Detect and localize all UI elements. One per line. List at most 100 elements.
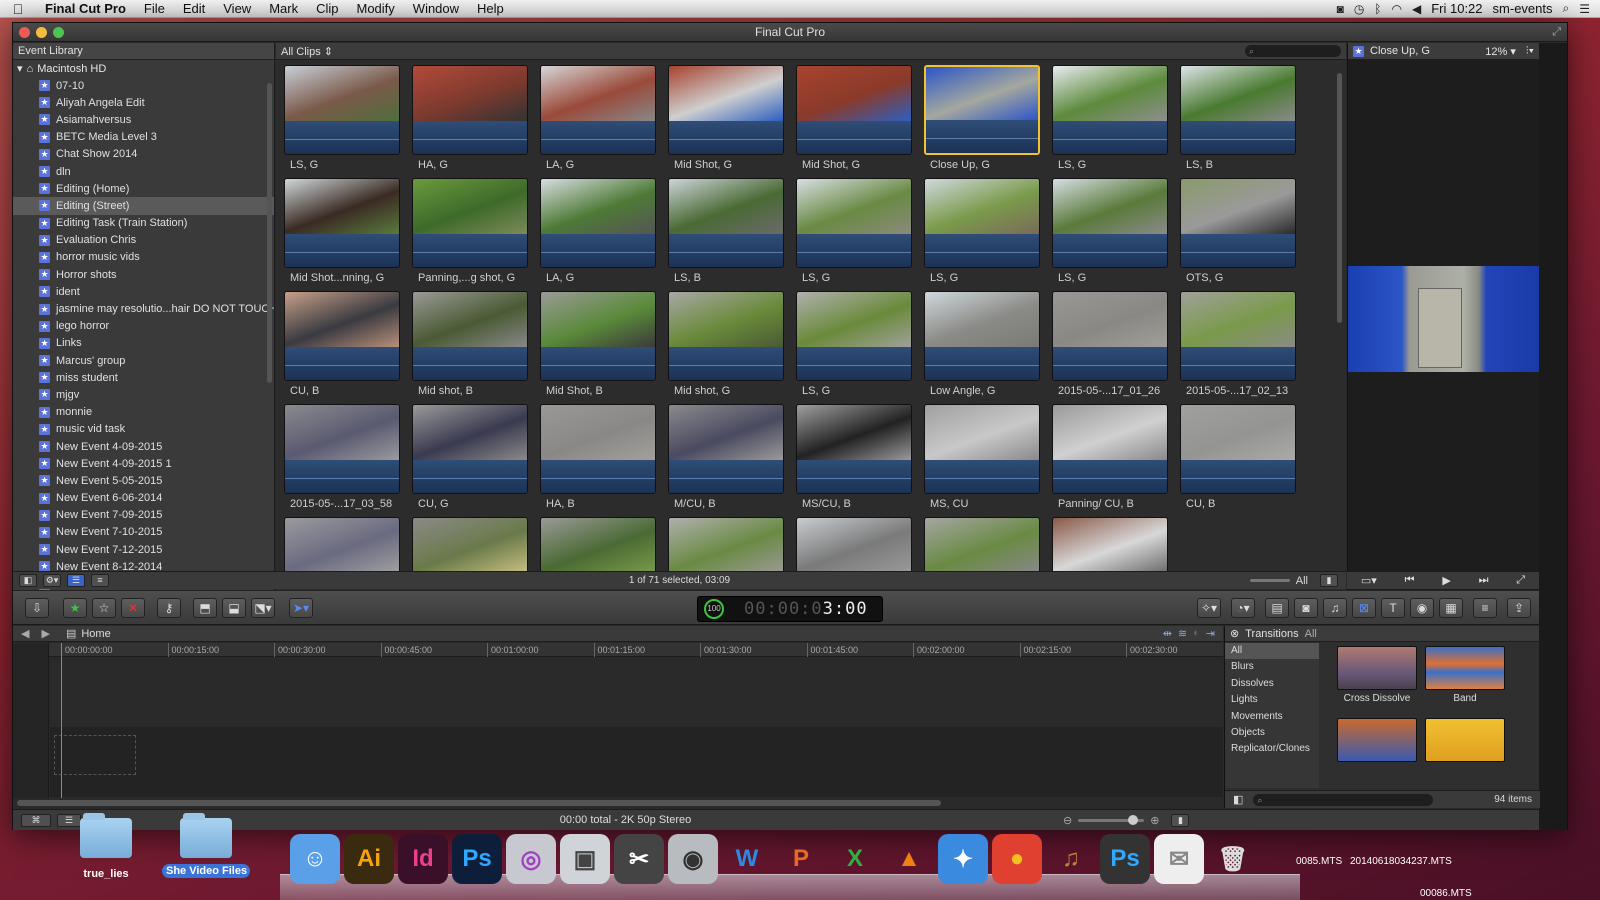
timeline-primary-storyline[interactable] — [50, 657, 1223, 727]
transition-category[interactable]: Replicator/Clones — [1225, 741, 1319, 757]
library-event-item[interactable]: ★ New Event 7-09-2015 — [13, 507, 274, 524]
clip-thumbnail[interactable]: Low Angle, G — [924, 291, 1040, 400]
garageband-icon[interactable]: ♫ — [1046, 834, 1096, 884]
clip-thumbnail[interactable]: LS, B — [1180, 65, 1296, 174]
menu-mark[interactable]: Mark — [260, 1, 307, 16]
library-scrollbar[interactable] — [267, 83, 272, 383]
library-event-item[interactable]: ★ horror music vids — [13, 249, 274, 266]
clip-thumbnail[interactable]: CU, B — [1180, 404, 1296, 513]
menu-window[interactable]: Window — [404, 1, 468, 16]
minimize-window-button[interactable] — [36, 26, 47, 38]
clip-thumbnail[interactable]: LS, B — [668, 178, 784, 287]
sidebar-toggle-icon[interactable]: ◧ — [1233, 793, 1243, 806]
menu-edit[interactable]: Edit — [174, 1, 214, 16]
append-clip-button[interactable]: ⬔▾ — [251, 597, 275, 618]
library-event-item[interactable]: ★ New Event 7-12-2015 — [13, 541, 274, 558]
clip-thumbnail[interactable]: LA, G — [540, 65, 656, 174]
trash-icon[interactable]: 🗑 — [1208, 834, 1258, 884]
clip-thumbnail[interactable]: CU, G — [412, 404, 528, 513]
menu-file[interactable]: File — [135, 1, 174, 16]
library-event-item[interactable]: ★ Asiamahversus — [13, 111, 274, 128]
desktop-file-mts[interactable]: 20140618034237.MTS — [1350, 856, 1452, 868]
indesign-icon[interactable]: Id — [398, 834, 448, 884]
clip-thumbnail[interactable]: Panning,...g shot, G — [412, 178, 528, 287]
clip-thumbnail[interactable]: Mid shot, B — [412, 291, 528, 400]
finder-icon[interactable]: ☺ — [290, 834, 340, 884]
select-tool-button[interactable]: ➤▾ — [289, 597, 313, 618]
preview-icon[interactable]: ▣ — [560, 834, 610, 884]
menubar-user[interactable]: sm-events — [1493, 1, 1553, 16]
viewer-options-icon[interactable]: ⫶▾ — [1526, 45, 1534, 58]
enhancements-button[interactable]: ✧▾ — [1197, 598, 1221, 618]
excel-icon[interactable]: X — [830, 834, 880, 884]
clip-thumbnail[interactable]: OTS, G — [1180, 178, 1296, 287]
transition-category[interactable]: All — [1225, 643, 1319, 660]
clip-thumbnail[interactable]: Mid shot, G — [668, 291, 784, 400]
wifi-icon[interactable]: ◠ — [1392, 2, 1402, 16]
clip-thumbnail[interactable]: Mid Shot, G — [796, 65, 912, 174]
clip-thumbnail[interactable]: LA, G — [540, 178, 656, 287]
notification-center-icon[interactable]: ☰ — [1579, 2, 1590, 16]
titles-browser-button[interactable]: T — [1381, 598, 1405, 618]
library-event-item[interactable]: ★ lego horror — [13, 318, 274, 335]
apple-menu-icon[interactable]:  — [0, 1, 36, 17]
library-event-item[interactable]: ★ dln — [13, 163, 274, 180]
adobe-status-icon[interactable]: ◙ — [1337, 2, 1344, 16]
clip-thumbnail[interactable]: M/CU, B — [668, 404, 784, 513]
zoom-out-icon[interactable]: ⊖ — [1063, 814, 1072, 827]
bluetooth-icon[interactable]: ᛒ — [1374, 2, 1381, 16]
safari-icon[interactable]: ✦ — [938, 834, 988, 884]
library-event-item[interactable]: ★ New Event 5-05-2015 — [13, 472, 274, 489]
timeline-back-icon[interactable]: ◀ — [21, 627, 29, 640]
library-event-item[interactable]: ★ New Event 4-09-2015 1 — [13, 455, 274, 472]
previous-edit-icon[interactable]: ⏮ — [1405, 574, 1415, 587]
dvd-player-icon[interactable]: ◉ — [668, 834, 718, 884]
clip-thumbnail[interactable]: Mid Shot, G — [668, 65, 784, 174]
transition-tile[interactable] — [1425, 718, 1505, 765]
library-event-item[interactable]: ★ mjgv — [13, 386, 274, 403]
clip-thumbnail[interactable]: MS, CU — [924, 404, 1040, 513]
clip-thumbnail[interactable]: LS, G — [796, 291, 912, 400]
clip-thumbnail[interactable]: LS, G — [924, 178, 1040, 287]
clip-thumbnail[interactable]: Panning/ CU, B — [1052, 404, 1168, 513]
inspector-button[interactable]: ≡ — [1473, 598, 1497, 618]
library-event-item[interactable]: ★ Evaluation Chris — [13, 232, 274, 249]
powerpoint-icon[interactable]: P — [776, 834, 826, 884]
timeline-scrollbar[interactable] — [17, 800, 941, 806]
themes-browser-button[interactable]: ▦ — [1439, 598, 1463, 618]
desktop-folder-true-lies[interactable]: true_lies — [70, 868, 142, 880]
library-event-item[interactable]: ★ miss student — [13, 369, 274, 386]
share-button[interactable]: ⇪ — [1507, 598, 1531, 618]
browser-search-input[interactable]: ⌕ — [1245, 45, 1341, 57]
browser-scrollbar[interactable] — [1337, 73, 1342, 323]
volume-icon[interactable]: ◀ — [1412, 2, 1421, 16]
next-edit-icon[interactable]: ⏭ — [1479, 574, 1489, 587]
clip-appearance-timeline-button[interactable]: ▮ — [1171, 814, 1190, 827]
keyword-editor-button[interactable]: ⚷ — [157, 597, 181, 618]
clip-thumbnail[interactable]: HA, G — [412, 65, 528, 174]
audio-skimming-icon[interactable]: ≋ — [1178, 627, 1187, 640]
fullscreen-icon[interactable]: ⤢ — [1552, 26, 1561, 39]
timeline-forward-icon[interactable]: ▶ — [41, 627, 49, 640]
library-event-item[interactable]: ★ New Event 6-06-2014 — [13, 490, 274, 507]
library-event-item[interactable]: ★ BETC Media Level 3 — [13, 129, 274, 146]
transitions-search-input[interactable]: ⌕ — [1253, 793, 1434, 806]
generators-browser-button[interactable]: ◉ — [1410, 598, 1434, 618]
media-browser-button[interactable]: ▤ — [1265, 598, 1289, 618]
clip-thumbnail[interactable]: LS, G — [284, 65, 400, 174]
solo-icon[interactable]: ◐ — [1193, 627, 1200, 640]
insert-clip-button[interactable]: ⬓ — [222, 597, 246, 618]
library-event-item[interactable]: ★ Marcus' group — [13, 352, 274, 369]
library-event-item[interactable]: ★ Chat Show 2014 — [13, 146, 274, 163]
transition-category[interactable]: Lights — [1225, 692, 1319, 708]
library-event-item[interactable]: ★ ident — [13, 283, 274, 300]
clip-thumbnail[interactable]: LS, G — [1052, 178, 1168, 287]
library-event-item[interactable]: ★ jasmine may resolutio...hair DO NOT TOU… — [13, 300, 274, 317]
dashboard-timecode[interactable]: 100 00:00:03:00 — [697, 596, 883, 622]
close-window-button[interactable] — [19, 26, 30, 38]
music-browser-button[interactable]: ♫ — [1323, 598, 1347, 618]
screenshot-icon[interactable]: Ps — [1100, 834, 1150, 884]
retime-button[interactable]: ◔▾ — [1231, 598, 1255, 618]
menubar-clock[interactable]: Fri 10:22 — [1431, 1, 1482, 16]
timeline-zoom-slider[interactable] — [1078, 815, 1145, 825]
